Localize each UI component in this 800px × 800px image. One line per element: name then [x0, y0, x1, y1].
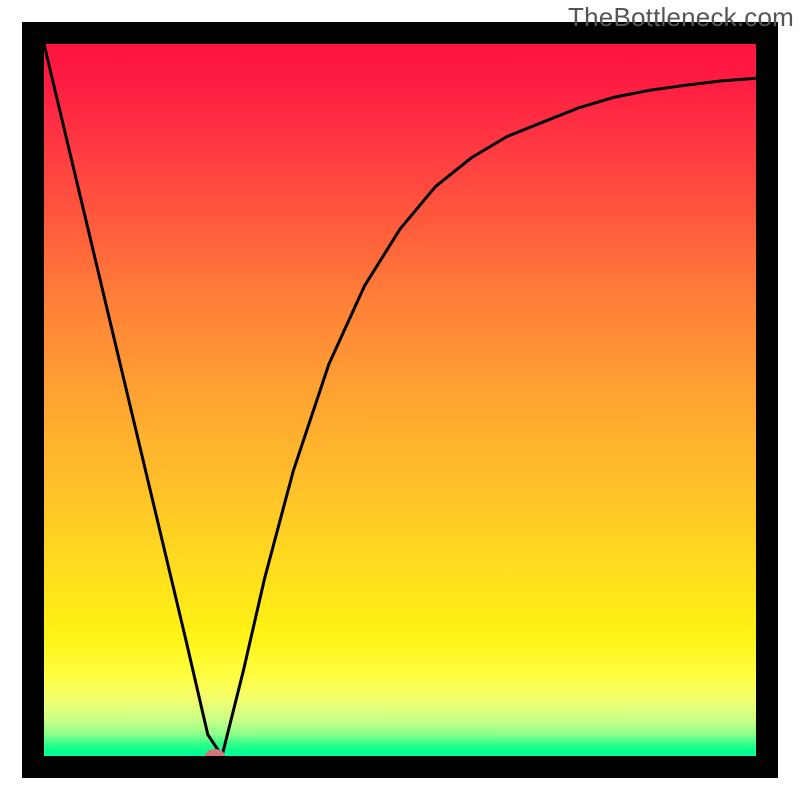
chart-container: TheBottleneck.com — [0, 0, 800, 800]
watermark-text: TheBottleneck.com — [568, 2, 794, 33]
optimal-point-marker — [205, 749, 225, 756]
chart-frame — [22, 22, 778, 778]
plot-area — [44, 44, 756, 756]
bottleneck-curve — [44, 44, 756, 756]
